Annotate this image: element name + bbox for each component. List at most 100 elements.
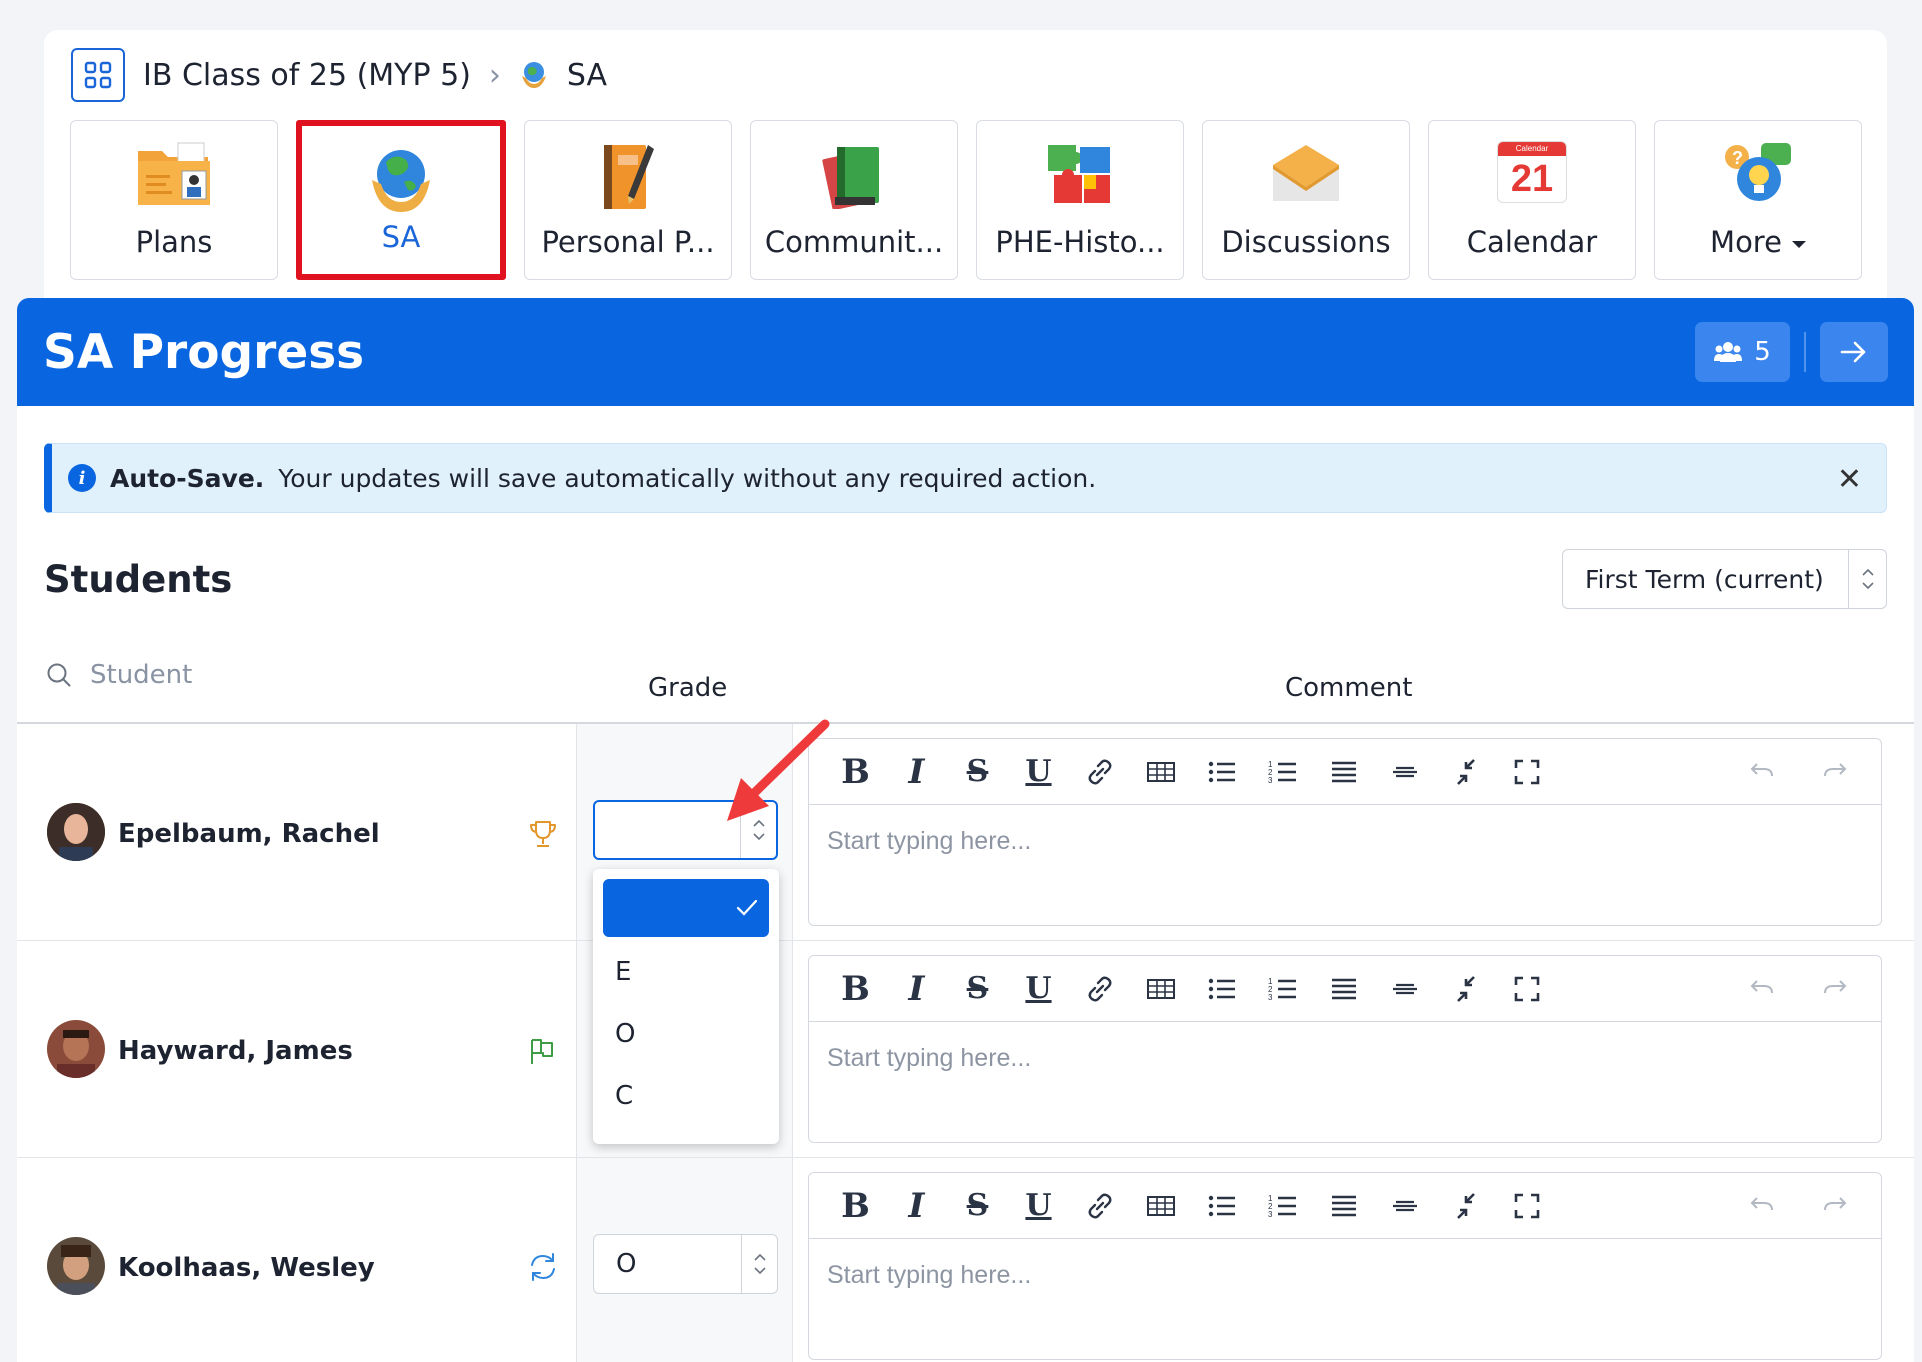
grade-option-e[interactable]: E bbox=[603, 941, 769, 1003]
tile-calendar[interactable]: Calendar 21 Calendar bbox=[1428, 120, 1636, 280]
student-search[interactable]: Student bbox=[46, 660, 192, 690]
avatar bbox=[47, 803, 105, 861]
grade-dropdown-menu: E O C bbox=[593, 869, 779, 1144]
grade-select[interactable]: O bbox=[593, 1234, 778, 1294]
underline-icon[interactable]: U bbox=[1008, 752, 1069, 792]
bullet-list-icon[interactable] bbox=[1191, 969, 1252, 1009]
collapse-icon[interactable] bbox=[1435, 752, 1496, 792]
undo-icon[interactable] bbox=[1731, 969, 1792, 1009]
link-icon[interactable] bbox=[1069, 1186, 1130, 1226]
table-icon[interactable] bbox=[1130, 969, 1191, 1009]
bold-icon[interactable]: B bbox=[825, 969, 886, 1009]
strikethrough-icon[interactable]: S bbox=[947, 969, 1008, 1009]
table-icon[interactable] bbox=[1130, 1186, 1191, 1226]
italic-icon[interactable]: I bbox=[886, 752, 947, 792]
student-name[interactable]: Hayward, James bbox=[118, 1036, 353, 1066]
close-icon[interactable]: ✕ bbox=[1837, 462, 1862, 497]
apps-grid-icon bbox=[84, 61, 112, 89]
underline-icon[interactable]: U bbox=[1008, 969, 1069, 1009]
users-icon bbox=[1714, 342, 1743, 362]
align-justify-icon[interactable] bbox=[1313, 969, 1374, 1009]
link-icon[interactable] bbox=[1069, 969, 1130, 1009]
svg-text:3: 3 bbox=[1268, 1210, 1273, 1219]
svg-text:3: 3 bbox=[1268, 993, 1273, 1002]
grade-option-blank[interactable] bbox=[603, 879, 769, 937]
collapse-icon[interactable] bbox=[1435, 969, 1496, 1009]
members-button[interactable]: 5 bbox=[1695, 322, 1790, 382]
search-placeholder: Student bbox=[90, 660, 193, 690]
student-name[interactable]: Koolhaas, Wesley bbox=[118, 1253, 375, 1283]
calendar-icon: Calendar 21 bbox=[1497, 141, 1567, 203]
link-icon[interactable] bbox=[1069, 752, 1130, 792]
redo-icon[interactable] bbox=[1804, 969, 1865, 1009]
strikethrough-icon[interactable]: S bbox=[947, 752, 1008, 792]
tile-label: Communit... bbox=[764, 225, 944, 259]
comment-editor: B I S U 123 Start typing here... bbox=[808, 738, 1882, 926]
header-actions: 5 bbox=[1695, 322, 1888, 382]
numbered-list-icon[interactable]: 123 bbox=[1252, 1186, 1313, 1226]
grade-select[interactable] bbox=[593, 800, 778, 860]
editor-toolbar: B I S U 123 bbox=[809, 956, 1881, 1022]
horizontal-rule-icon[interactable] bbox=[1374, 969, 1435, 1009]
redo-icon[interactable] bbox=[1804, 752, 1865, 792]
alert-message: Your updates will save automatically wit… bbox=[278, 463, 1097, 493]
tile-phe-history[interactable]: PHE-Histo... bbox=[976, 120, 1184, 280]
column-header-grade: Grade bbox=[648, 673, 728, 703]
table-row: Hayward, James B I S U 123 Start typing … bbox=[17, 941, 1914, 1158]
tile-discussions[interactable]: Discussions bbox=[1202, 120, 1410, 280]
italic-icon[interactable]: I bbox=[886, 969, 947, 1009]
term-select-value: First Term (current) bbox=[1585, 564, 1824, 594]
fullscreen-icon[interactable] bbox=[1496, 969, 1557, 1009]
numbered-list-icon[interactable]: 123 bbox=[1252, 752, 1313, 792]
svg-text:?: ? bbox=[1732, 148, 1743, 168]
student-cell: Epelbaum, Rachel bbox=[17, 724, 577, 941]
tile-sa[interactable]: SA bbox=[296, 120, 506, 280]
apps-grid-button[interactable] bbox=[71, 48, 125, 102]
underline-icon[interactable]: U bbox=[1008, 1186, 1069, 1226]
tile-personal-project[interactable]: Personal P... bbox=[524, 120, 732, 280]
globe-hands-icon bbox=[521, 62, 546, 88]
undo-icon[interactable] bbox=[1731, 752, 1792, 792]
course-header-card: IB Class of 25 (MYP 5) › SA Plans SA Per… bbox=[44, 30, 1887, 314]
horizontal-rule-icon[interactable] bbox=[1374, 1186, 1435, 1226]
collapse-icon[interactable] bbox=[1435, 1186, 1496, 1226]
grade-option-o[interactable]: O bbox=[603, 1003, 769, 1065]
comment-input[interactable]: Start typing here... bbox=[809, 1022, 1881, 1095]
bullet-list-icon[interactable] bbox=[1191, 752, 1252, 792]
comment-input[interactable]: Start typing here... bbox=[809, 1239, 1881, 1312]
breadcrumb-course-link[interactable]: IB Class of 25 (MYP 5) bbox=[143, 58, 471, 93]
history-controls bbox=[1731, 969, 1881, 1009]
tile-plans[interactable]: Plans bbox=[70, 120, 278, 280]
chevron-right-icon: › bbox=[488, 57, 501, 93]
numbered-list-icon[interactable]: 123 bbox=[1252, 969, 1313, 1009]
align-justify-icon[interactable] bbox=[1313, 752, 1374, 792]
editor-toolbar: B I S U 123 bbox=[809, 1173, 1881, 1239]
bold-icon[interactable]: B bbox=[825, 1186, 886, 1226]
members-count: 5 bbox=[1754, 337, 1771, 367]
more-label: More bbox=[1710, 225, 1782, 259]
student-name[interactable]: Epelbaum, Rachel bbox=[118, 819, 380, 849]
tile-community[interactable]: Communit... bbox=[750, 120, 958, 280]
refresh-icon bbox=[531, 1253, 555, 1281]
italic-icon[interactable]: I bbox=[886, 1186, 947, 1226]
tile-more[interactable]: ? More bbox=[1654, 120, 1862, 280]
grade-option-c[interactable]: C bbox=[603, 1065, 769, 1127]
undo-icon[interactable] bbox=[1731, 1186, 1792, 1226]
horizontal-rule-icon[interactable] bbox=[1374, 752, 1435, 792]
bullet-list-icon[interactable] bbox=[1191, 1186, 1252, 1226]
comment-input[interactable]: Start typing here... bbox=[809, 805, 1881, 878]
align-justify-icon[interactable] bbox=[1313, 1186, 1374, 1226]
select-spinner-icon bbox=[741, 1235, 777, 1293]
term-select[interactable]: First Term (current) bbox=[1562, 549, 1887, 609]
avatar bbox=[47, 1237, 105, 1295]
envelope-icon bbox=[1273, 145, 1339, 201]
table-icon[interactable] bbox=[1130, 752, 1191, 792]
tile-label: More bbox=[1710, 225, 1806, 259]
redo-icon[interactable] bbox=[1804, 1186, 1865, 1226]
bold-icon[interactable]: B bbox=[825, 752, 886, 792]
fullscreen-icon[interactable] bbox=[1496, 752, 1557, 792]
fullscreen-icon[interactable] bbox=[1496, 1186, 1557, 1226]
sa-progress-panel: SA Progress 5 i Auto-Save. Your updates … bbox=[17, 298, 1914, 1362]
next-button[interactable] bbox=[1820, 322, 1888, 382]
strikethrough-icon[interactable]: S bbox=[947, 1186, 1008, 1226]
